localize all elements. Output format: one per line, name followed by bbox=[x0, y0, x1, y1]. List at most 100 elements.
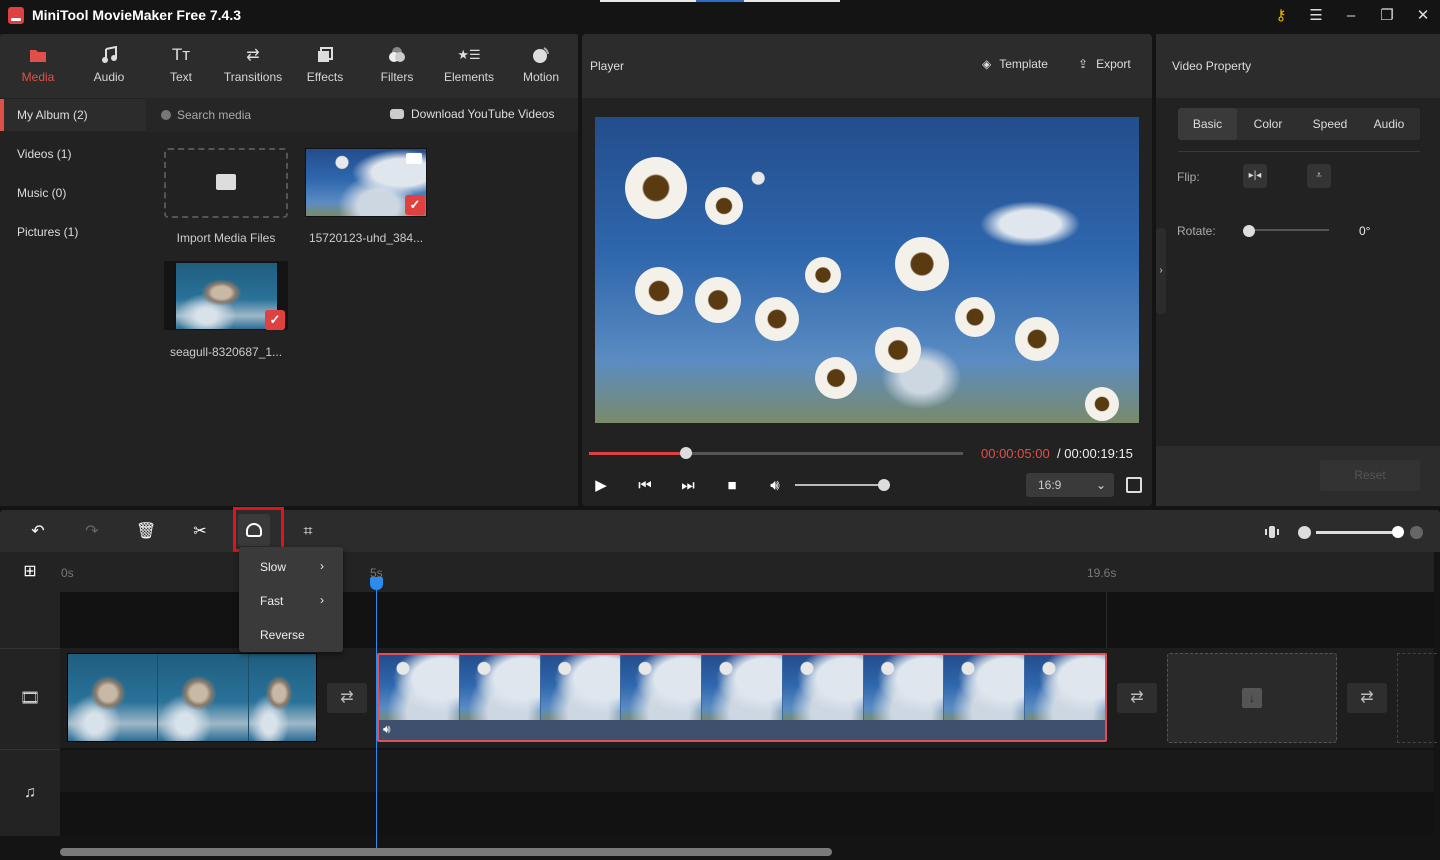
media-thumb-video[interactable]: ✓ bbox=[305, 148, 427, 217]
clip-frame bbox=[248, 654, 316, 741]
tool-media[interactable]: Media bbox=[3, 44, 73, 84]
menu-item-slow[interactable]: Slow bbox=[260, 560, 286, 574]
snap-icon[interactable] bbox=[1265, 525, 1279, 539]
stop-icon[interactable]: ■ bbox=[723, 477, 741, 495]
menu-icon[interactable]: ☰ bbox=[1305, 6, 1327, 26]
undo-icon[interactable]: ↶ bbox=[28, 522, 48, 542]
folder-icon bbox=[216, 174, 236, 190]
transition-slot-button[interactable]: ⇄ bbox=[1347, 683, 1387, 713]
previous-frame-icon[interactable]: ⏮ bbox=[636, 477, 654, 495]
redo-icon[interactable]: ↷ bbox=[82, 522, 102, 542]
clip-volume-icon[interactable]: 🔊︎ bbox=[383, 722, 391, 737]
tab-basic[interactable]: Basic bbox=[1178, 108, 1237, 140]
download-youtube-button[interactable]: Download YouTube Videos bbox=[411, 107, 554, 121]
fullscreen-icon[interactable] bbox=[1126, 477, 1142, 493]
sidebar-item-videos[interactable]: Videos (1) bbox=[0, 138, 146, 170]
flip-horizontal-icon[interactable]: ▸|◂ bbox=[1243, 164, 1267, 188]
template-button[interactable]: ◈ Template bbox=[982, 57, 1048, 71]
media-thumb-image[interactable] bbox=[175, 262, 278, 330]
timeline-scrollbar[interactable] bbox=[60, 848, 832, 856]
tool-filters[interactable]: Filters bbox=[362, 44, 432, 84]
player-title: Player bbox=[590, 59, 625, 73]
play-icon[interactable]: ▶ bbox=[592, 477, 610, 495]
maximize-icon[interactable]: ❐ bbox=[1376, 6, 1398, 26]
rotate-slider[interactable] bbox=[1249, 229, 1329, 231]
tab-color[interactable]: Color bbox=[1239, 108, 1297, 140]
tool-label: Transitions bbox=[223, 70, 283, 84]
zoom-in-icon[interactable] bbox=[1410, 526, 1423, 539]
tick-label: 19.6s bbox=[1087, 566, 1117, 580]
tool-label: Text bbox=[169, 70, 192, 84]
clip-frame bbox=[540, 655, 622, 722]
timeline-clip-flowers[interactable]: 🔊︎ bbox=[377, 653, 1107, 742]
layers-icon: ◈ bbox=[982, 57, 992, 71]
zoom-out-icon[interactable] bbox=[1298, 526, 1311, 539]
volume-handle[interactable] bbox=[878, 479, 890, 491]
add-track-icon[interactable]: ⊞ bbox=[20, 562, 40, 582]
drop-media-slot[interactable] bbox=[1397, 653, 1437, 743]
speed-button-highlight bbox=[233, 507, 284, 552]
tool-motion[interactable]: Motion bbox=[506, 44, 576, 84]
clip-frame bbox=[621, 655, 703, 722]
tool-audio[interactable]: Audio bbox=[74, 44, 144, 84]
audio-track bbox=[60, 750, 1434, 792]
tool-text[interactable]: Tт Text bbox=[146, 44, 216, 84]
tool-label: Motion bbox=[522, 70, 560, 84]
timeline-zoom-handle[interactable] bbox=[1392, 526, 1404, 538]
flip-vertical-icon[interactable]: ⩡ bbox=[1307, 164, 1331, 188]
next-frame-icon[interactable]: ⏭ bbox=[679, 477, 697, 495]
timeline-zoom-slider[interactable] bbox=[1316, 531, 1398, 534]
rotate-handle[interactable] bbox=[1243, 225, 1255, 237]
music-note-icon bbox=[74, 44, 144, 66]
clip-frame bbox=[863, 655, 945, 722]
minimize-icon[interactable]: – bbox=[1340, 6, 1362, 26]
transition-slot-button[interactable]: ⇄ bbox=[327, 683, 367, 713]
tool-label: Filters bbox=[380, 70, 414, 84]
timeline-clip-seagull[interactable] bbox=[67, 653, 317, 742]
media-item-name: 15720123-uhd_384... bbox=[308, 231, 424, 245]
collapse-panel-handle[interactable]: › bbox=[1156, 228, 1166, 314]
sidebar-item-pictures[interactable]: Pictures (1) bbox=[0, 216, 146, 248]
property-title: Video Property bbox=[1172, 59, 1252, 73]
key-icon[interactable]: ⚷ bbox=[1270, 6, 1292, 26]
video-camera-icon bbox=[406, 153, 422, 164]
sidebar-item-my-album[interactable]: My Album (2) bbox=[0, 99, 146, 131]
app-logo-icon bbox=[8, 7, 24, 24]
sidebar-item-music[interactable]: Music (0) bbox=[0, 177, 146, 209]
top-strip-accent bbox=[696, 0, 744, 2]
video-flower bbox=[815, 357, 857, 399]
tool-elements[interactable]: ★☰ Elements bbox=[434, 44, 504, 84]
timeline-ruler[interactable] bbox=[0, 552, 1434, 592]
text-icon: Tт bbox=[171, 45, 191, 64]
menu-item-fast[interactable]: Fast bbox=[260, 594, 283, 608]
video-flower bbox=[755, 297, 799, 341]
rotate-label: Rotate: bbox=[1177, 224, 1216, 238]
export-label: Export bbox=[1096, 57, 1131, 71]
app-title: MiniTool MovieMaker Free 7.4.3 bbox=[32, 7, 242, 23]
crop-icon[interactable]: ⌗ bbox=[298, 522, 318, 542]
tab-audio[interactable]: Audio bbox=[1361, 108, 1417, 140]
playhead-handle[interactable] bbox=[370, 577, 383, 590]
aspect-ratio-select[interactable]: 16:9 ⌄ bbox=[1026, 473, 1114, 497]
rotate-value: 0° bbox=[1359, 224, 1371, 238]
menu-item-reverse[interactable]: Reverse bbox=[260, 628, 305, 642]
reset-button[interactable]: Reset bbox=[1320, 460, 1420, 491]
video-flower bbox=[635, 267, 683, 315]
tool-transitions[interactable]: ⇄ Transitions bbox=[218, 44, 288, 84]
delete-icon[interactable]: 🗑︎ bbox=[136, 522, 156, 542]
export-button[interactable]: ⇪ Export bbox=[1078, 57, 1131, 71]
playhead[interactable] bbox=[376, 578, 377, 848]
volume-slider[interactable] bbox=[795, 484, 890, 486]
search-input[interactable]: Search media bbox=[177, 108, 251, 122]
video-flower bbox=[1085, 387, 1119, 421]
volume-icon[interactable]: 🔊︎ bbox=[766, 477, 784, 495]
video-preview bbox=[595, 117, 1139, 423]
split-scissors-icon[interactable]: ✂ bbox=[190, 522, 210, 542]
transition-slot-button[interactable]: ⇄ bbox=[1117, 683, 1157, 713]
template-label: Template bbox=[999, 57, 1048, 71]
close-icon[interactable]: ✕ bbox=[1412, 6, 1434, 26]
seek-progress bbox=[589, 452, 687, 455]
tab-speed[interactable]: Speed bbox=[1299, 108, 1361, 140]
clip-frame bbox=[782, 655, 864, 722]
tool-effects[interactable]: Effects bbox=[290, 44, 360, 84]
